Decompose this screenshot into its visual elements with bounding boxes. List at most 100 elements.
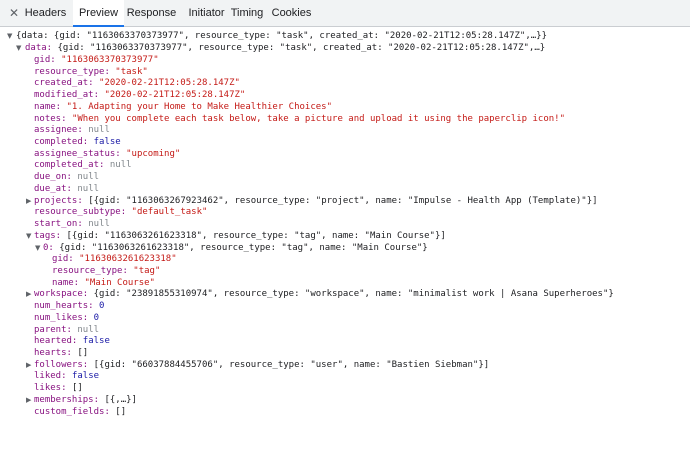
property-key: 0: [43,243,54,253]
property-row: start_on: null [34,218,110,230]
property-value: "1163063261623318" [79,254,177,264]
property-key: modified_at: [34,90,100,100]
property-row[interactable]: workspace: {gid: "23891855310974", resou… [34,288,614,300]
property-row: hearted: false [34,335,110,347]
property-key: followers: [34,360,89,370]
collapse-triangle-icon[interactable]: ▶ [26,394,31,406]
property-row[interactable]: followers: [{gid: "66037884455706", reso… [34,359,489,371]
property-row: name: "1. Adapting your Home to Make Hea… [34,101,332,113]
devtools-tab-bar: ✕ Headers Preview Response Initiator Timing C… [0,0,690,27]
tab-timing[interactable]: Timing [226,0,268,27]
property-value: "upcoming" [126,149,181,159]
property-key: completed: [34,137,89,147]
property-row: created_at: "2020-02-21T12:05:28.147Z" [34,77,240,89]
property-value: [] [77,348,89,358]
property-value: {gid: "23891855310974", resource_type: "… [93,289,614,299]
property-row: num_likes: 0 [34,312,99,324]
property-value: "1163063370373977" [61,55,159,65]
property-value: "2020-02-21T12:05:28.147Z" [99,78,240,88]
property-key: start_on: [34,219,83,229]
property-key: due_on: [34,172,72,182]
tab-cookies[interactable]: Cookies [268,0,315,27]
expand-triangle-icon[interactable]: ▼ [16,42,21,54]
property-row: num_hearts: 0 [34,300,104,312]
property-key: due_at: [34,184,72,194]
property-row: gid: "1163063261623318" [52,253,177,265]
property-value: "default_task" [131,207,208,217]
property-key: completed_at: [34,160,105,170]
property-row: completed: false [34,136,121,148]
property-row: resource_type: "tag" [52,265,160,277]
property-row: completed_at: null [34,159,132,171]
property-value: 0 [99,301,105,311]
property-key: gid: [34,55,56,65]
data-object-row[interactable]: data: {gid: "1163063370373977", resource… [25,42,545,54]
property-row: modified_at: "2020-02-21T12:05:28.147Z" [34,89,245,101]
property-key: likes: [34,383,67,393]
property-row: notes: "When you complete each task belo… [34,113,565,125]
tab-preview[interactable]: Preview [73,0,124,27]
property-key: name: [52,278,80,288]
property-row: gid: "1163063370373977" [34,54,159,66]
property-value: false [93,137,121,147]
property-key: custom_fields: [34,407,110,417]
property-key: parent: [34,325,72,335]
property-value: "2020-02-21T12:05:28.147Z" [104,90,246,100]
expand-triangle-icon[interactable]: ▼ [35,242,40,254]
property-row: hearts: [] [34,347,88,359]
property-value: [{,…}] [104,395,137,405]
property-key: assignee: [34,125,83,135]
property-key: notes: [34,114,67,124]
property-value: [{gid: "1163063267923462", resource_type… [88,196,598,206]
property-value: false [71,371,100,381]
property-row: likes: [] [34,382,83,394]
property-key: hearted: [34,336,78,346]
property-value: null [88,219,110,229]
property-key: gid: [52,254,74,264]
property-key: assignee_status: [34,149,121,159]
expand-triangle-icon[interactable]: ▼ [26,230,31,242]
property-value: "When you complete each task below, take… [71,114,566,124]
root-object-summary[interactable]: {data: {gid: "1163063370373977", resourc… [16,30,547,42]
property-value: [] [115,407,127,417]
property-key: num_hearts: [34,301,94,311]
property-value: null [109,160,132,170]
property-value: {gid: "1163063261623318", resource_type:… [59,243,428,253]
property-key: num_likes: [34,313,89,323]
property-key: name: [34,102,62,112]
property-value: "tag" [133,266,161,276]
property-key: resource_type: [34,67,110,77]
property-key: liked: [34,371,67,381]
collapse-triangle-icon[interactable]: ▶ [26,288,31,300]
property-value: null [77,184,100,194]
property-value: false [82,336,110,346]
property-key: hearts: [34,348,72,358]
property-key: created_at: [34,78,94,88]
expand-triangle-icon[interactable]: ▼ [7,30,12,42]
property-value: "1. Adapting your Home to Make Healthier… [66,102,333,112]
property-value: [{gid: "1163063261623318", resource_type… [66,231,446,241]
property-key: tags: [34,231,62,241]
collapse-triangle-icon[interactable]: ▶ [26,359,31,371]
property-value: null [88,125,110,135]
property-row: resource_subtype: "default_task" [34,206,207,218]
property-value: null [77,325,100,335]
property-key: projects: [34,196,83,206]
tab-response[interactable]: Response [124,0,179,27]
property-key: resource_type: [52,266,128,276]
property-row[interactable]: tags: [{gid: "1163063261623318", resourc… [34,230,446,242]
property-row: due_at: null [34,183,99,195]
property-value: null [77,172,100,182]
property-row: custom_fields: [] [34,406,126,418]
collapse-triangle-icon[interactable]: ▶ [26,195,31,207]
tab-headers[interactable]: Headers [18,0,73,27]
property-row[interactable]: memberships: [{,…}] [34,394,137,406]
property-value: "Main Course" [84,278,155,288]
property-value: [{gid: "66037884455706", resource_type: … [93,360,490,370]
property-row: assignee: null [34,124,110,136]
property-value: "task" [115,67,148,77]
response-preview-panel: ▼ {data: {gid: "1163063370373977", resou… [0,27,690,456]
property-value: [] [71,383,83,393]
property-row: due_on: null [34,171,99,183]
property-key: memberships: [34,395,100,405]
